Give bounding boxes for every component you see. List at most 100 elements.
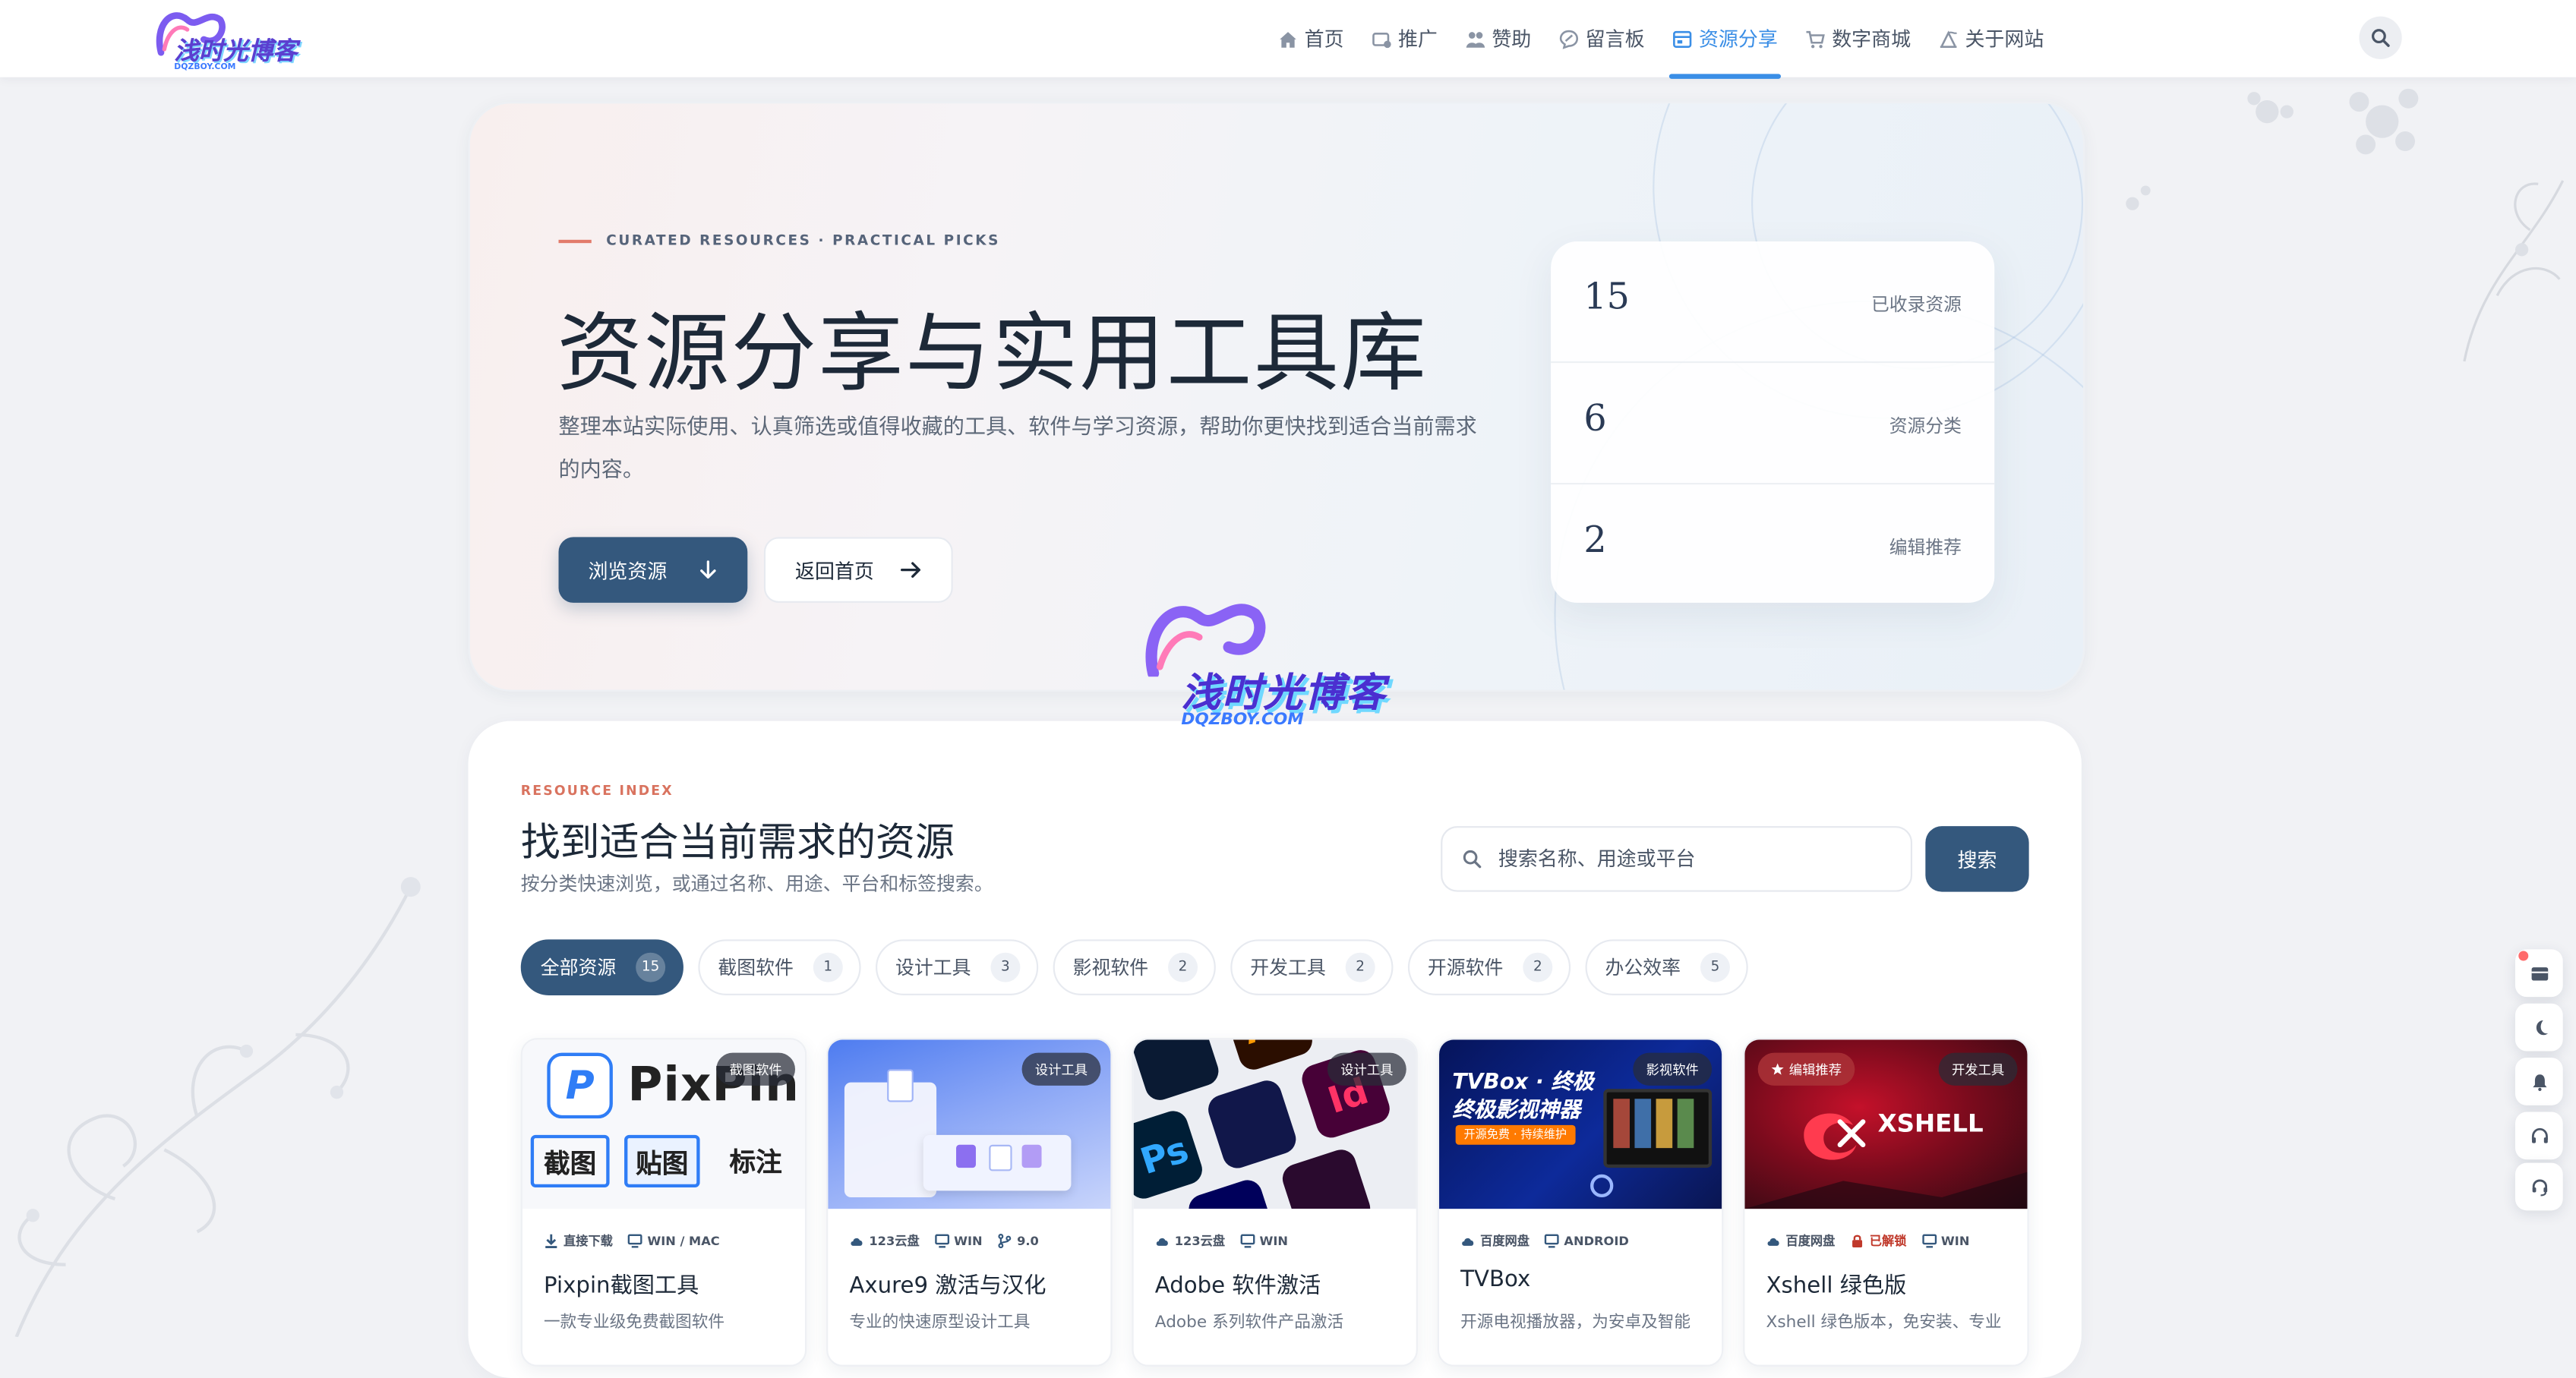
back-home-button[interactable]: 返回首页	[763, 537, 953, 603]
page-title: 资源分享与实用工具库	[557, 305, 1428, 405]
pixpin-logo-icon: P	[547, 1052, 613, 1119]
filter-count: 15	[636, 952, 666, 982]
section-eyebrow: RESOURCE INDEX	[520, 783, 674, 799]
search-button[interactable]: 搜索	[1925, 826, 2029, 892]
card-description: 开源电视播放器，为安卓及智能	[1460, 1313, 1691, 1332]
platform: WIN / MAC	[627, 1234, 720, 1248]
notification-dot	[2518, 951, 2529, 961]
nav-item-label: 数字商城	[1832, 27, 1911, 52]
thumb-title: TVBox · 终极	[1452, 1071, 1594, 1096]
source: 123云盘	[849, 1231, 920, 1250]
nav-item-about[interactable]: 关于网站	[1926, 0, 2057, 77]
header-search-button[interactable]	[2359, 16, 2402, 59]
source-label: 百度网盘	[1785, 1233, 1836, 1249]
search-icon	[1463, 850, 1482, 869]
category-tag: 影视软件	[1633, 1052, 1713, 1086]
category-tag: 开发工具	[1938, 1052, 2018, 1086]
tv-screen-illustration	[1603, 1089, 1713, 1168]
resource-card-tvbox[interactable]: TVBox · 终极 终极影视神器 开源免费 · 持续维护 影视软件 百度网盘 …	[1437, 1038, 1724, 1367]
stat-value: 2	[1583, 520, 1607, 562]
cloud-icon	[851, 1238, 863, 1246]
card-description: 一款专业级免费截图软件	[544, 1313, 725, 1332]
notification-button[interactable]	[2514, 1058, 2563, 1105]
filter-count: 2	[1523, 952, 1553, 982]
arrow-down-icon	[700, 560, 716, 579]
nav-item-home[interactable]: 首页	[1265, 0, 1357, 77]
resource-card-pixpin[interactable]: P PixPin 截图 贴图 标注 截图软件 直接下载 WIN / MAC Pi…	[520, 1038, 807, 1367]
source-label: 123云盘	[869, 1233, 920, 1249]
nav-item-label: 留言板	[1585, 27, 1645, 52]
monitor-icon	[1921, 1234, 1937, 1248]
filter-chip-design[interactable]: 设计工具 3	[876, 939, 1039, 995]
arrow-right-icon	[901, 562, 920, 578]
lock-label: 已解锁	[1869, 1233, 1907, 1249]
thumb-title: XSHELL	[1877, 1108, 1984, 1139]
nav-item-label: 资源分享	[1698, 27, 1778, 52]
resource-card-xshell[interactable]: XSHELL 编辑推荐 开发工具 百度网盘 已解锁 WIN Xshell 绿色版…	[1743, 1038, 2029, 1367]
monitor-icon	[934, 1234, 949, 1248]
resource-card-axure[interactable]: 设计工具 123云盘 WIN 9.0 Axure9 激活与汉化 专业的快速原型设…	[826, 1038, 1113, 1367]
nav-item-label: 赞助	[1492, 27, 1532, 52]
stat-label: 已收录资源	[1870, 294, 1962, 316]
app-window-illustration	[887, 1069, 914, 1102]
ad-icon	[1372, 31, 1391, 48]
filter-chip-screenshot[interactable]: 截图软件 1	[698, 939, 861, 995]
source: 百度网盘	[1766, 1231, 1836, 1250]
floral-decoration-right	[2126, 88, 2565, 362]
card-title: TVBox	[1460, 1266, 1531, 1293]
home-icon	[1280, 31, 1296, 47]
stats-card: 15 已收录资源 6 资源分类 2 编辑推荐	[1551, 241, 1995, 603]
filter-chip-office[interactable]: 办公效率 5	[1585, 939, 1748, 995]
nav-item-digital-store[interactable]: 数字商城	[1792, 0, 1924, 77]
browse-resources-button[interactable]: 浏览资源	[558, 537, 748, 603]
layout-icon	[2530, 966, 2548, 980]
thumb-chip: 标注	[729, 1146, 782, 1178]
cloud-icon	[1767, 1238, 1779, 1246]
card-meta: 123云盘 WIN 9.0	[849, 1231, 1053, 1250]
eyebrow-dash	[558, 240, 592, 243]
filter-count: 2	[1168, 952, 1198, 982]
nav-item-label: 关于网站	[1965, 27, 2044, 52]
resource-search-input[interactable]	[1495, 846, 1880, 872]
branch-icon	[998, 1234, 1012, 1249]
site-logo[interactable]: 浅时光博客 DQZBOY.COM	[151, 3, 315, 75]
filter-chip-all[interactable]: 全部资源 15	[520, 939, 683, 995]
source-label: 直接下载	[564, 1233, 613, 1249]
support-button[interactable]	[2514, 1112, 2563, 1160]
bell-icon	[2532, 1074, 2546, 1090]
nav-item-sponsor[interactable]: 赞助	[1452, 0, 1544, 77]
card-thumbnail: XSHELL 编辑推荐 开发工具	[1744, 1039, 2028, 1209]
about-icon	[1940, 30, 1958, 47]
lock-status: 已解锁	[1850, 1231, 1907, 1250]
card-title: Axure9 激活与汉化	[849, 1272, 1046, 1300]
nav-item-promote[interactable]: 推广	[1359, 0, 1451, 77]
thumb-chip: 贴图	[624, 1134, 700, 1188]
nav-item-guestbook[interactable]: 留言板	[1546, 0, 1658, 77]
filter-chip-video[interactable]: 影视软件 2	[1053, 939, 1216, 995]
card-thumbnail: TVBox · 终极 终极影视神器 开源免费 · 持续维护 影视软件	[1439, 1039, 1722, 1209]
filter-chip-opensource[interactable]: 开源软件 2	[1407, 939, 1571, 995]
stat-row: 2 编辑推荐	[1551, 483, 1995, 603]
customer-service-button[interactable]	[2514, 1162, 2563, 1211]
card-title: Xshell 绿色版	[1766, 1272, 1907, 1300]
category-filters: 全部资源 15 截图软件 1 设计工具 3 影视软件 2 开发工具 2 开源软件…	[520, 939, 1763, 995]
filter-label: 开发工具	[1250, 956, 1326, 979]
card-title: Adobe 软件激活	[1154, 1272, 1321, 1300]
hero-eyebrow-text: CURATED RESOURCES · PRACTICAL PICKS	[606, 233, 1000, 250]
resource-card-adobe[interactable]: Ai Ps Id Pr 设计工具 123云盘	[1132, 1038, 1418, 1367]
thumb-chip: 截图	[530, 1134, 610, 1188]
floral-decoration-left	[14, 877, 421, 1337]
card-thumbnail: P PixPin 截图 贴图 标注 截图软件	[522, 1039, 806, 1209]
main-nav: 首页 推广 赞助 留言板 资源分享 数字商城 关于网站	[1265, 0, 2059, 79]
filter-chip-dev[interactable]: 开发工具 2	[1230, 939, 1394, 995]
dark-mode-toggle[interactable]	[2514, 1003, 2563, 1052]
stat-row: 15 已收录资源	[1551, 241, 1994, 361]
source: 123云盘	[1155, 1231, 1225, 1250]
stat-value: 15	[1583, 277, 1630, 319]
thumb-subtitle: 终极影视神器	[1452, 1099, 1581, 1124]
source: 直接下载	[544, 1231, 613, 1250]
message-icon	[1559, 29, 1579, 49]
top-navigation-bar: 浅时光博客 DQZBOY.COM 首页 推广 赞助 留言板 资源分享 数字商城 …	[0, 0, 2576, 79]
filter-label: 办公效率	[1605, 956, 1681, 979]
nav-item-resource-share[interactable]: 资源分享	[1659, 0, 1791, 79]
